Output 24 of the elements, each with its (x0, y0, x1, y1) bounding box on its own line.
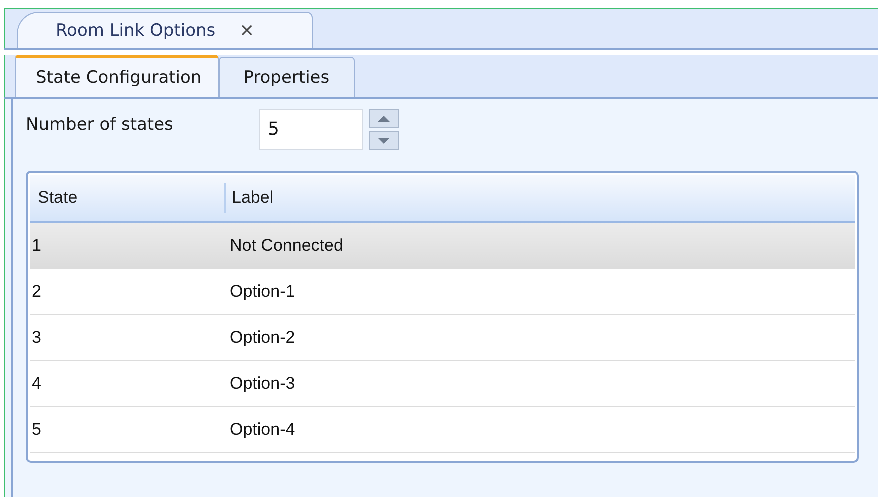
table-cell-text: Option-1 (229, 282, 296, 302)
field-label: Number of states (26, 115, 174, 135)
document-tab[interactable]: Room Link Options × (17, 12, 313, 48)
table-cell-text: 3 (31, 328, 42, 348)
number-field[interactable]: 5 (259, 109, 363, 150)
tab-title: Room Link Options (56, 20, 216, 40)
column-header[interactable]: Label (226, 183, 274, 213)
column-header[interactable]: State (30, 183, 226, 213)
table-cell-text: Option-2 (229, 328, 296, 348)
spin-down-button[interactable] (369, 131, 399, 150)
table-cell-text: 2 (31, 282, 42, 302)
up-triangle-icon (377, 114, 391, 122)
table-row[interactable]: 1 Not Connected (30, 223, 855, 269)
table-cell-text: 1 (31, 236, 42, 256)
tab[interactable]: State Configuration (15, 55, 219, 97)
table-cell-text: 5 (31, 420, 42, 440)
down-triangle-icon (377, 136, 391, 144)
table-cell-text: Option-3 (229, 374, 296, 394)
spin-up-button[interactable] (369, 109, 399, 128)
close-button[interactable]: × (238, 20, 257, 41)
table-cell-text: Not Connected (229, 236, 344, 256)
table-cell-text: 4 (31, 374, 42, 394)
table-cell-text: Option-4 (229, 420, 296, 440)
tab[interactable]: Properties (218, 57, 355, 97)
